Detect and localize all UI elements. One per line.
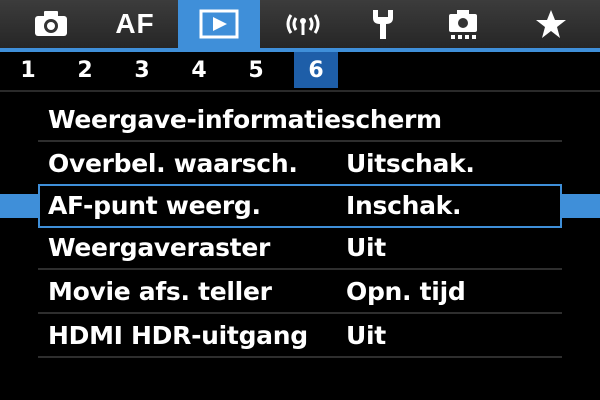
tab-shooting[interactable] [14,0,88,48]
subtab-3[interactable]: 3 [122,52,162,88]
menu-item-movie-counter[interactable]: Movie afs. teller Opn. tijd [0,270,600,314]
menu-item-value: Uit [346,233,386,262]
subtab-4[interactable]: 4 [179,52,219,88]
menu-item-value: Uit [346,321,386,350]
menu-item-label: Weergave-informatiescherm [48,105,442,134]
wrench-icon [373,10,393,39]
subtab-6[interactable]: 6 [294,52,338,88]
star-icon [536,10,566,38]
menu-item-hdmi-hdr[interactable]: HDMI HDR-uitgang Uit [0,314,600,358]
camera-icon [35,11,67,36]
wireless-icon [286,14,320,35]
tab-my-menu[interactable] [514,0,588,48]
tab-af[interactable]: AF [98,0,172,48]
tab-custom-functions[interactable] [426,0,500,48]
subtab-5[interactable]: 5 [236,52,276,88]
menu-item-label: HDMI HDR-uitgang [48,321,308,350]
menu-item-highlight-alert[interactable]: Overbel. waarsch. Uitschak. [0,142,600,186]
menu-item-label: Movie afs. teller [48,277,272,306]
subtab-row: 1 2 3 4 5 6 [0,52,600,88]
menu-item-value: Opn. tijd [346,277,466,306]
menu-tab-bar: AF [0,0,600,52]
camera-menu-screen: AF 1 2 3 4 5 6 Weergave-informatiescherm… [0,0,600,400]
menu-item-label: Overbel. waarsch. [48,149,298,178]
tab-playback[interactable] [178,0,260,48]
custom-functions-icon [449,10,477,39]
menu-item-value: Uitschak. [346,149,475,178]
playback-icon [199,9,239,39]
menu-item-label: Weergaveraster [48,233,271,262]
af-icon: AF [115,8,155,39]
subtab-1[interactable]: 1 [8,52,48,88]
menu-item-label: AF-punt weerg. [48,191,261,220]
subtab-2[interactable]: 2 [65,52,105,88]
row-divider [38,356,562,358]
tab-setup[interactable] [346,0,420,48]
menu-item-af-point-display[interactable]: AF-punt weerg. Inschak. [0,184,600,228]
menu-item-value: Inschak. [346,191,462,220]
menu-item-grid[interactable]: Weergaveraster Uit [0,226,600,270]
tab-wireless[interactable] [266,0,340,48]
divider [0,90,600,92]
menu-item-display-info[interactable]: Weergave-informatiescherm [0,98,600,142]
